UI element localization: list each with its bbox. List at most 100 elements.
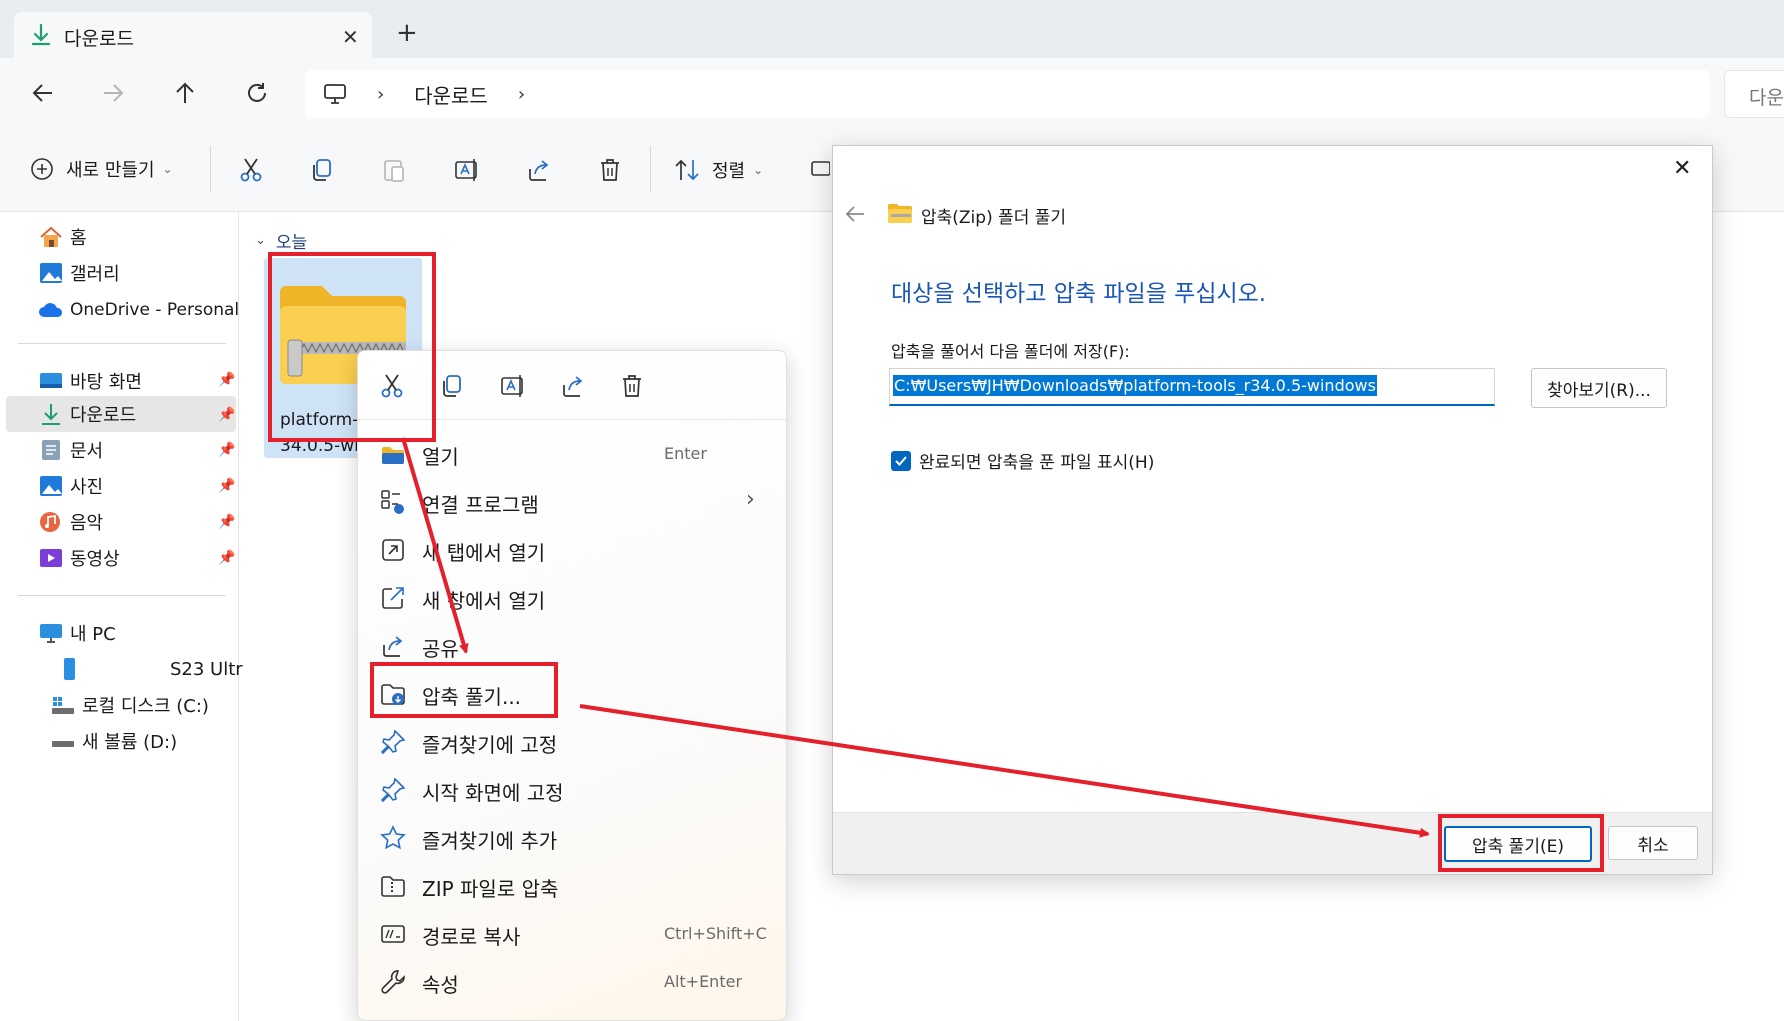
- pin-icon[interactable]: 📌: [218, 550, 235, 566]
- pin-icon[interactable]: 📌: [218, 442, 235, 458]
- pc-monitor-icon[interactable]: [323, 83, 347, 105]
- show-files-checkbox[interactable]: 완료되면 압축을 푼 파일 표시(H): [891, 448, 1154, 473]
- menu-item-pin-start[interactable]: 시작 화면에 고정: [358, 765, 788, 813]
- group-header-label: 오늘: [275, 233, 308, 253]
- nav-item-desktop[interactable]: 바탕 화면: [38, 364, 142, 398]
- onedrive-cloud-icon: [38, 298, 64, 322]
- highlight-box-extract-menu: [370, 662, 558, 718]
- nav-label: 동영상: [70, 549, 120, 570]
- nav-item-new-volume[interactable]: 새 볼륨 (D:): [50, 724, 177, 758]
- dialog-close-button[interactable]: ✕: [1673, 156, 1691, 181]
- menu-item-open-with[interactable]: 연결 프로그램 ›: [358, 477, 788, 525]
- rename-icon[interactable]: [500, 373, 526, 399]
- nav-item-gallery[interactable]: 갤러리: [38, 256, 120, 290]
- view-icon[interactable]: [810, 157, 830, 181]
- menu-item-properties[interactable]: 속성 Alt+Enter: [358, 957, 788, 1005]
- nav-label: OneDrive - Personal: [70, 300, 240, 320]
- delete-icon[interactable]: [620, 373, 644, 399]
- forward-arrow-icon[interactable]: [100, 80, 126, 106]
- nav-item-pictures[interactable]: 사진: [38, 469, 103, 503]
- checkbox-label: 완료되면 압축을 푼 파일 표시(H): [919, 453, 1155, 473]
- cut-icon[interactable]: [239, 157, 263, 183]
- up-arrow-icon[interactable]: [172, 80, 198, 106]
- menu-item-label: 즐겨찾기에 고정: [422, 733, 558, 757]
- rename-icon[interactable]: [454, 157, 480, 183]
- menu-item-shortcut: Ctrl+Shift+C: [664, 924, 767, 943]
- new-button-label: 새로 만들기: [66, 160, 155, 181]
- group-header-today[interactable]: ⌄ 오늘: [255, 228, 307, 253]
- menu-item-compress-zip[interactable]: ZIP 파일로 압축: [358, 861, 788, 909]
- nav-label: 바탕 화면: [70, 372, 142, 393]
- menu-item-open-new-window[interactable]: 새 창에서 열기: [358, 573, 788, 621]
- menu-item-label: 시작 화면에 고정: [422, 781, 564, 805]
- chevron-right-icon: ›: [746, 487, 755, 512]
- nav-item-documents[interactable]: 문서: [38, 433, 103, 467]
- share-icon[interactable]: [560, 373, 586, 399]
- menu-item-copy-path[interactable]: 경로로 복사 Ctrl+Shift+C: [358, 909, 788, 957]
- chevron-down-icon: ⌄: [753, 163, 764, 177]
- wrench-icon: [380, 969, 406, 995]
- nav-item-videos[interactable]: 동영상: [38, 541, 120, 575]
- nav-item-downloads[interactable]: 다운로드: [38, 397, 136, 431]
- nav-label: 음악: [70, 513, 104, 534]
- drive-windows-icon: [50, 693, 76, 717]
- nav-item-onedrive[interactable]: OneDrive - Personal: [38, 293, 239, 327]
- delete-icon[interactable]: [598, 157, 622, 183]
- menu-item-label: ZIP 파일로 압축: [422, 877, 559, 901]
- new-tab-button[interactable]: +: [396, 18, 418, 48]
- close-tab-button[interactable]: ✕: [342, 25, 359, 49]
- path-label: 압축을 풀어서 다음 폴더에 저장(F):: [891, 342, 1130, 361]
- pin-icon: [380, 729, 406, 755]
- cancel-button[interactable]: 취소: [1608, 826, 1698, 860]
- copy-icon[interactable]: [310, 157, 334, 183]
- menu-item-open-new-tab[interactable]: 새 탭에서 열기: [358, 525, 788, 573]
- plus-circle-icon: [30, 157, 54, 181]
- highlight-box-file: [268, 252, 436, 442]
- menu-item-add-favorites[interactable]: 즐겨찾기에 추가: [358, 813, 788, 861]
- breadcrumb-downloads[interactable]: 다운로드: [414, 80, 488, 109]
- pictures-icon: [38, 474, 64, 498]
- menu-item-pin-quick-access[interactable]: 즐겨찾기에 고정: [358, 717, 788, 765]
- download-icon: [30, 23, 52, 47]
- pin-icon[interactable]: 📌: [218, 514, 235, 530]
- pin-icon[interactable]: 📌: [218, 478, 235, 494]
- nav-label: 로컬 디스크 (C:): [82, 696, 209, 717]
- zip-icon: [380, 873, 406, 899]
- toolbar-divider: [210, 146, 211, 192]
- dialog-heading: 대상을 선택하고 압축 파일을 푸십시오.: [891, 281, 1267, 307]
- pin-icon[interactable]: 📌: [218, 372, 235, 388]
- menu-item-label: 새 탭에서 열기: [422, 541, 546, 565]
- tab-downloads[interactable]: 다운로드 ✕: [14, 12, 372, 58]
- new-tab-icon: [380, 537, 406, 563]
- nav-label: 사진: [70, 477, 104, 498]
- nav-item-music[interactable]: 음악: [38, 505, 103, 539]
- pin-icon: [380, 777, 406, 803]
- chevron-down-icon: ⌄: [162, 162, 173, 176]
- copy-icon[interactable]: [440, 373, 464, 399]
- breadcrumb-chevron-icon[interactable]: ›: [377, 84, 384, 105]
- gallery-icon: [38, 261, 64, 285]
- back-arrow-icon[interactable]: [30, 80, 56, 106]
- paste-icon[interactable]: [382, 157, 406, 183]
- sort-button[interactable]: 정렬 ⌄: [674, 157, 763, 183]
- video-icon: [38, 546, 64, 570]
- browse-button[interactable]: 찾아보기(R)...: [1531, 368, 1667, 408]
- nav-item-phone[interactable]: S23 Ultr: [56, 652, 243, 686]
- address-bar[interactable]: › 다운로드 ›: [305, 70, 1710, 118]
- search-box[interactable]: 다운: [1724, 70, 1784, 118]
- new-button[interactable]: 새로 만들기 ⌄: [30, 156, 173, 182]
- computer-icon: [38, 621, 64, 645]
- nav-item-this-pc[interactable]: 내 PC: [38, 616, 116, 650]
- nav-item-home[interactable]: 홈: [38, 220, 87, 254]
- search-placeholder: 다운: [1749, 87, 1784, 109]
- pin-icon[interactable]: 📌: [218, 407, 235, 423]
- share-icon[interactable]: [526, 157, 552, 183]
- checkbox-checked-icon: [891, 450, 911, 471]
- breadcrumb-chevron-icon[interactable]: ›: [518, 84, 525, 105]
- refresh-icon[interactable]: [244, 80, 270, 106]
- nav-item-local-disk[interactable]: 로컬 디스크 (C:): [50, 688, 209, 722]
- home-icon: [38, 225, 64, 249]
- music-icon: [38, 510, 64, 534]
- back-arrow-icon[interactable]: [843, 202, 867, 226]
- path-input[interactable]: C:₩Users₩JH₩Downloads₩platform-tools_r34…: [889, 368, 1495, 406]
